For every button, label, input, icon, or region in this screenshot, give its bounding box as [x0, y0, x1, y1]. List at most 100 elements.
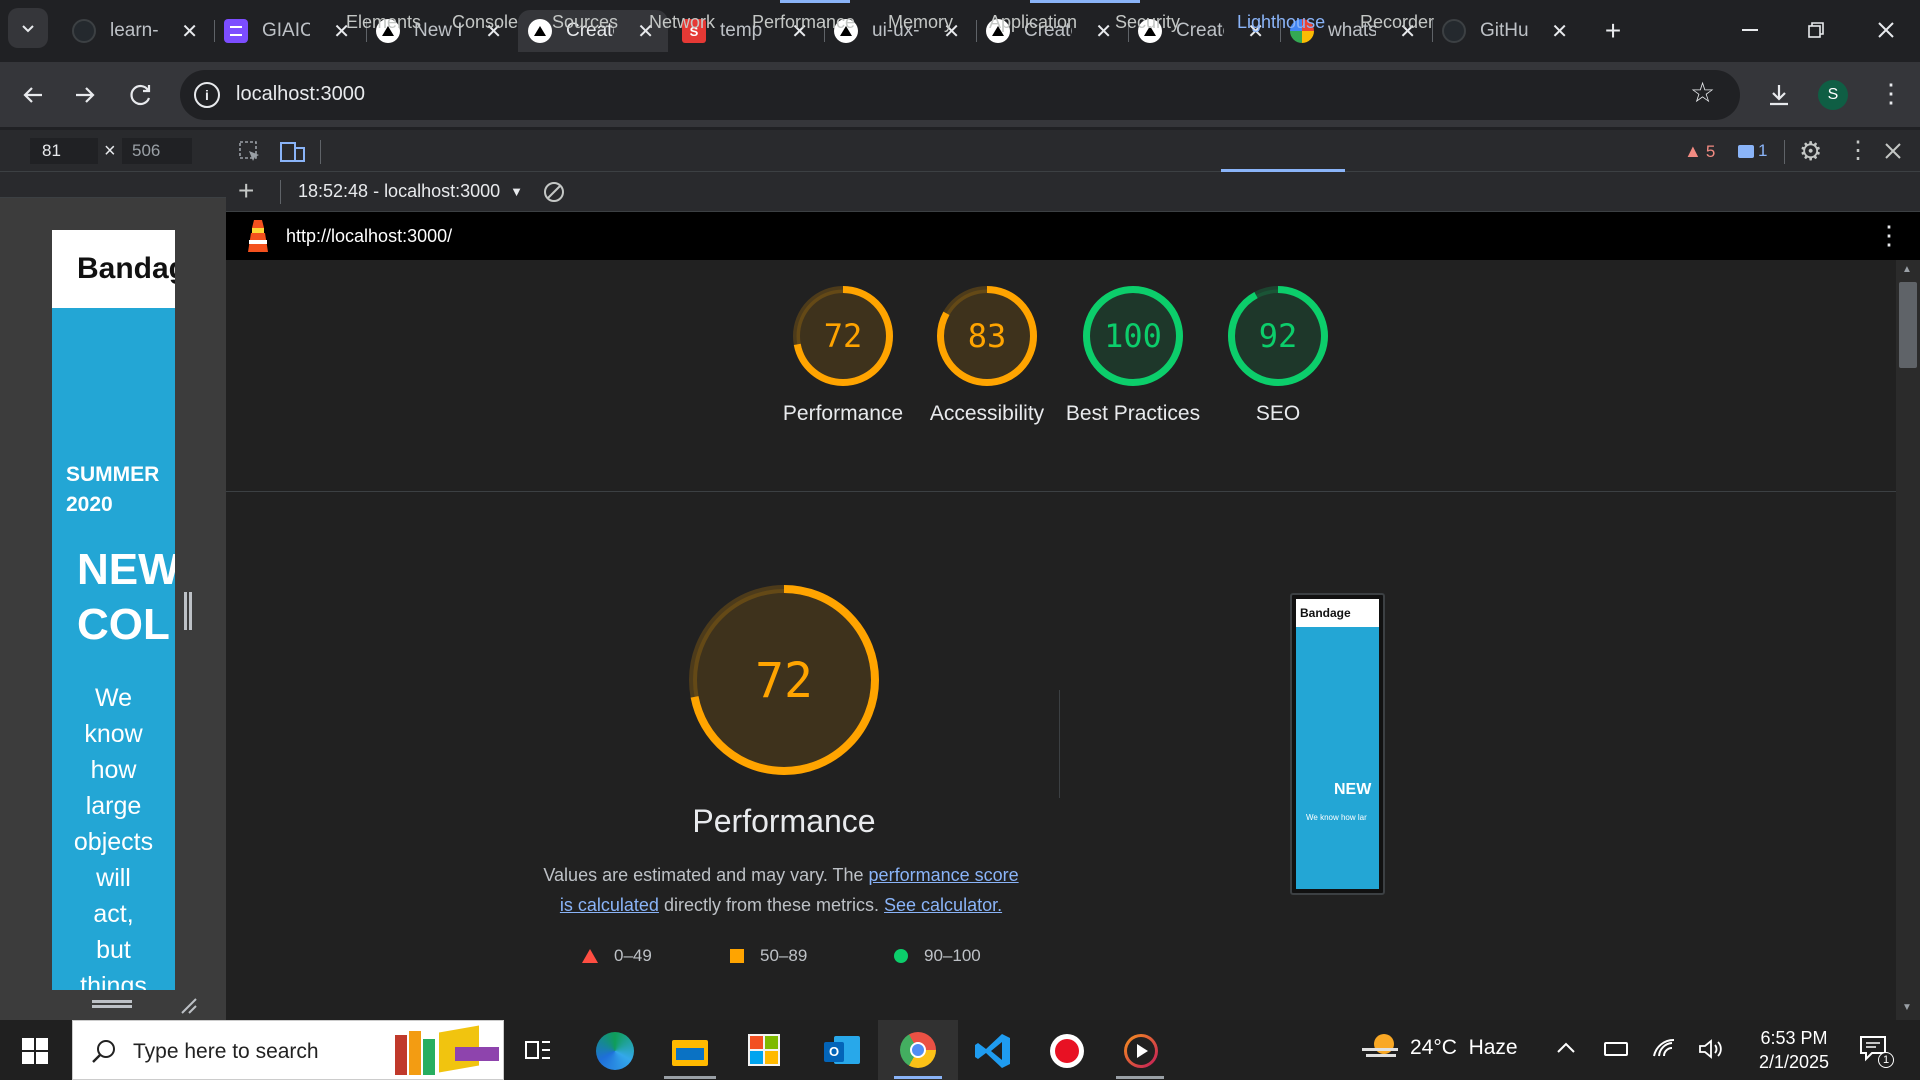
minimize-icon	[1742, 29, 1758, 31]
scroll-up-arrow-icon[interactable]: ▲	[1902, 264, 1912, 275]
windows-logo-icon	[22, 1038, 48, 1064]
warnings-badge[interactable]: ▲ 5	[1684, 141, 1715, 162]
lighthouse-url-bar: http://localhost:3000/ ⋮	[226, 212, 1920, 260]
site-info-icon[interactable]: i	[194, 82, 220, 108]
media-player-icon[interactable]	[1124, 1034, 1158, 1068]
search-placeholder: Type here to search	[133, 1040, 319, 1063]
forward-button[interactable]	[70, 80, 100, 110]
clear-reports-icon[interactable]	[542, 180, 566, 204]
new-tab-button[interactable]: +	[1598, 12, 1628, 50]
preview-body-word: act,	[93, 900, 134, 928]
report-url[interactable]: http://localhost:3000/	[286, 226, 452, 247]
scroll-down-arrow-icon[interactable]: ▼	[1902, 1002, 1912, 1013]
file-explorer-icon[interactable]	[672, 1034, 708, 1066]
vscode-icon[interactable]	[974, 1032, 1012, 1070]
volume-icon[interactable]	[1698, 1038, 1724, 1065]
reload-icon	[130, 84, 151, 106]
devtools-tab-security[interactable]: Security	[1115, 12, 1180, 33]
report-menu-icon[interactable]: ⋮	[1876, 220, 1902, 251]
new-report-button[interactable]: +	[238, 176, 254, 206]
clock[interactable]: 6:53 PM 2/1/2025	[1744, 1026, 1844, 1074]
devtools-tab-memory[interactable]: Memory	[888, 12, 953, 33]
download-icon[interactable]	[1764, 80, 1794, 110]
gauge-score-value: 72	[824, 317, 863, 355]
weather-widget[interactable]: 24°C Haze	[1362, 1034, 1518, 1062]
devtools-tab-console[interactable]: Console	[452, 12, 518, 33]
notification-center-icon[interactable]: 1	[1858, 1034, 1894, 1068]
microsoft-store-icon[interactable]	[748, 1034, 780, 1066]
start-button[interactable]	[22, 1038, 48, 1064]
browser-tab[interactable]: GitHu ✕	[1432, 10, 1582, 52]
address-bar[interactable]: i localhost:3000 ☆	[180, 70, 1740, 120]
see-calculator-link[interactable]: See calculator.	[884, 895, 1002, 915]
devtools-tab-network[interactable]: Network	[649, 12, 715, 33]
screen-recorder-icon[interactable]	[1050, 1034, 1084, 1068]
tab-search-button[interactable]	[8, 8, 48, 48]
score-gauge-performance[interactable]: 72 Performance	[768, 286, 918, 466]
taskbar-active-indicator-player	[1116, 1076, 1164, 1079]
devtools-tab-lighthouse[interactable]: Lighthouse	[1237, 12, 1325, 33]
clock-date: 2/1/2025	[1758, 1052, 1830, 1072]
profile-avatar[interactable]: S	[1818, 80, 1848, 110]
phone-preview: SUMMER 2020 NEW COL We know how large object…	[52, 230, 175, 990]
restore-button[interactable]	[1796, 12, 1836, 48]
address-text[interactable]: localhost:3000	[236, 83, 365, 106]
dropdown-arrow-icon: ▼	[510, 184, 524, 199]
viewport-height-input[interactable]: 506	[122, 138, 192, 164]
score-gauge-accessibility[interactable]: 83 Accessibility	[912, 286, 1062, 466]
taskbar-search-box[interactable]: Type here to search	[72, 1020, 504, 1080]
devtools-tab-application[interactable]: Application	[989, 12, 1077, 33]
show-hidden-icons[interactable]	[1556, 1040, 1576, 1059]
github-icon	[1442, 19, 1466, 43]
close-tab-icon[interactable]: ✕	[1095, 19, 1112, 44]
thumb-brand: Bandage	[1300, 606, 1351, 620]
score-gauge-seo[interactable]: 92 SEO	[1203, 286, 1353, 466]
browser-tab[interactable]: GIAIC ✕	[214, 10, 364, 52]
browser-menu-icon[interactable]: ⋮	[1878, 78, 1904, 108]
lighthouse-toolbar: + 18:52:48 - localhost:3000 ▼	[226, 172, 1920, 212]
close-window-button[interactable]	[1866, 12, 1906, 48]
resize-handle-bottom[interactable]	[92, 1000, 132, 1008]
report-selector[interactable]: 18:52:48 - localhost:3000 ▼	[298, 181, 523, 202]
edge-icon[interactable]	[596, 1032, 634, 1070]
vercel-icon	[528, 19, 552, 43]
close-icon	[1885, 143, 1901, 159]
scrollbar-thumb[interactable]	[1899, 282, 1917, 368]
wifi-icon[interactable]	[1652, 1036, 1676, 1065]
report-scrollbar[interactable]: ▲ ▼	[1896, 260, 1920, 1020]
battery-icon[interactable]	[1604, 1042, 1628, 1056]
browser-tab[interactable]: learn- ✕	[62, 10, 212, 52]
devtools-tab-elements[interactable]: Elements	[346, 12, 421, 33]
devtools-tab-recorder[interactable]: Recorder	[1360, 12, 1434, 33]
legend-item: 90–100	[894, 946, 981, 966]
devtools-menu-icon[interactable]: ⋮	[1846, 136, 1870, 165]
tab-strip: learn-✕GIAIC✕New I✕Create✕Stemp✕ui-ux-✕C…	[0, 0, 1920, 62]
toolbar-divider	[280, 180, 281, 204]
taskbar-active-chrome	[878, 1020, 958, 1080]
weather-text: 24°C Haze	[1410, 1036, 1518, 1059]
bookmark-star-icon[interactable]: ☆	[1690, 76, 1715, 109]
outlook-icon[interactable]: O	[824, 1034, 860, 1066]
minimize-button[interactable]	[1730, 12, 1770, 48]
dimension-separator: ×	[104, 140, 116, 162]
resize-corner-icon[interactable]	[178, 995, 198, 1015]
close-tab-icon[interactable]: ✕	[1551, 19, 1568, 44]
inspect-element-icon[interactable]	[238, 140, 262, 164]
score-gauge-best-practices[interactable]: 100 Best Practices	[1058, 286, 1208, 466]
task-view-icon[interactable]	[524, 1038, 552, 1064]
performance-main-gauge: 72	[689, 585, 879, 775]
reload-button[interactable]	[126, 80, 156, 110]
notification-count: 1	[1878, 1052, 1894, 1068]
viewport-width-input[interactable]: 81	[30, 138, 98, 164]
messages-badge[interactable]: 1	[1738, 141, 1767, 161]
close-tab-icon[interactable]: ✕	[181, 19, 198, 44]
close-devtools-button[interactable]	[1882, 140, 1904, 162]
back-button[interactable]	[18, 80, 48, 110]
gauge-ring: 92	[1228, 286, 1328, 386]
device-toolbar-icon[interactable]	[280, 140, 306, 164]
screenshot-thumbnail[interactable]: Bandage NEW We know how lar	[1290, 593, 1385, 895]
devtools-tab-sources[interactable]: Sources	[552, 12, 618, 33]
devtools-tab-performance[interactable]: Performance	[752, 12, 855, 33]
resize-handle-vertical[interactable]	[184, 592, 192, 630]
settings-gear-icon[interactable]: ⚙	[1799, 138, 1822, 164]
